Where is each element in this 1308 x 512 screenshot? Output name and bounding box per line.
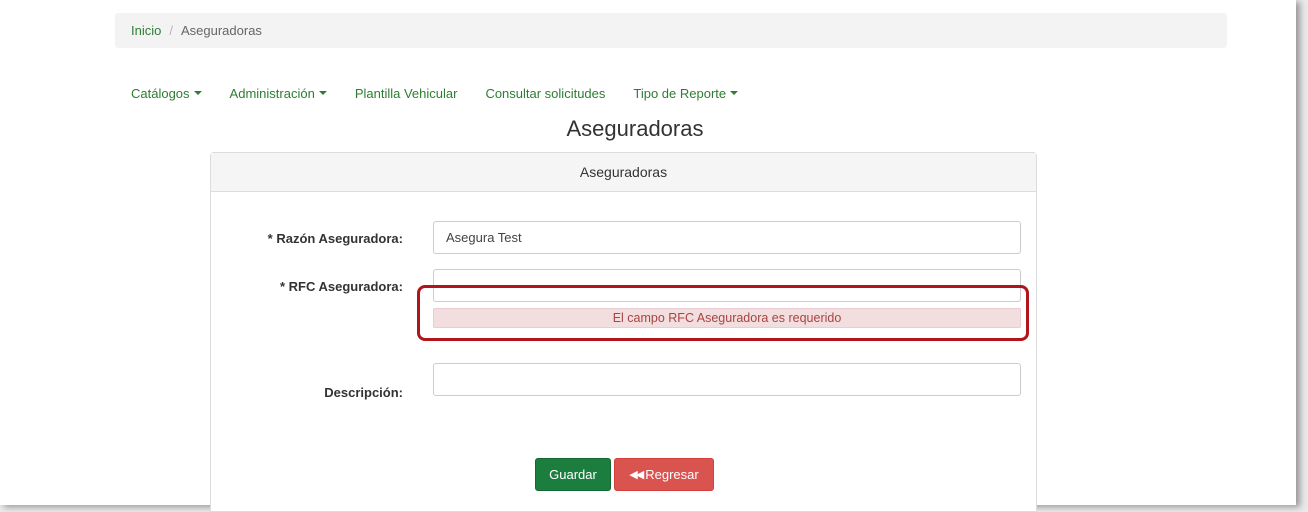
breadcrumb-separator: / [169,23,173,38]
caret-down-icon [318,91,327,95]
save-button[interactable]: Guardar [535,458,611,491]
nav-plantilla-label: Plantilla Vehicular [354,85,458,101]
breadcrumb-home-link[interactable]: Inicio [131,23,161,38]
rfc-aseguradora-label: * RFC Aseguradora: [279,279,403,294]
breadcrumb-current: Aseguradoras [180,23,262,38]
nav-catalogos-label: Catálogos [131,85,190,101]
nav-plantilla-link[interactable]: Plantilla Vehicular [355,86,458,101]
nav-administracion-label: Administración [229,85,315,101]
nav-tipo-reporte-label: Tipo de Reporte [633,85,727,101]
double-chevron-left-icon: ◀◀ [629,469,644,481]
nav-catalogos-dropdown[interactable]: Catálogos [131,86,202,101]
razon-aseguradora-input[interactable] [433,221,1021,254]
razon-aseguradora-label: * Razón Aseguradora: [267,231,403,246]
breadcrumb: Inicio / Aseguradoras [115,13,1227,48]
nav-consultar-label: Consultar solicitudes [485,85,606,101]
panel-heading: Aseguradoras [211,153,1036,192]
nav-administracion-dropdown[interactable]: Administración [230,86,327,101]
error-highlight-box [417,285,1029,341]
descripcion-label: Descripción: [324,385,403,400]
main-nav: Catálogos Administración Plantilla Vehic… [131,84,766,102]
descripcion-input[interactable] [433,363,1021,396]
nav-tipo-reporte-dropdown[interactable]: Tipo de Reporte [633,85,739,101]
nav-consultar-link[interactable]: Consultar solicitudes [485,86,605,101]
caret-down-icon [730,91,739,95]
back-button-label: Regresar [645,467,699,482]
form-panel: Aseguradoras * Razón Aseguradora: * RFC … [210,152,1037,512]
back-button[interactable]: ◀◀ Regresar [614,458,714,491]
page-title: Aseguradoras [566,116,704,141]
page: Inicio / Aseguradoras Catálogos Administ… [0,0,1296,512]
save-button-label: Guardar [549,467,597,482]
caret-down-icon [193,91,202,95]
